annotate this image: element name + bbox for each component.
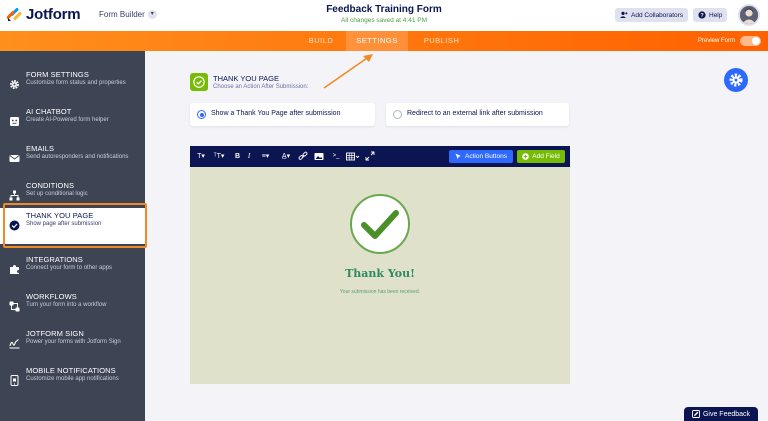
plus-circle-icon xyxy=(522,153,530,160)
align-icon[interactable]: ≡▾ xyxy=(258,151,273,162)
annotation-arrow-icon xyxy=(323,54,373,89)
sidebar-item-workflows[interactable]: WORKFLOWS Turn your form into a workflow xyxy=(0,289,145,325)
sidebar-item-description: Customize mobile app notifications xyxy=(26,376,119,382)
add-user-icon xyxy=(620,11,628,18)
help-button[interactable]: ? Help xyxy=(693,8,728,22)
thank-you-message[interactable]: Your submission has been received. xyxy=(190,289,570,295)
text-type-icon[interactable]: T▾ xyxy=(194,151,208,162)
sidebar-item-description: Create AI-Powered form helper xyxy=(26,117,109,123)
envelope-icon xyxy=(9,155,20,162)
preview-form-label: Preview Form xyxy=(698,38,736,44)
image-icon[interactable] xyxy=(314,151,324,162)
sidebar-item-label: FORM SETTINGS xyxy=(26,70,89,79)
feedback-icon xyxy=(692,410,700,418)
sidebar-item-emails[interactable]: EMAILS Send autoresponders and notificat… xyxy=(0,141,145,177)
sidebar-item-label: EMAILS xyxy=(26,144,55,153)
page-settings-button[interactable] xyxy=(724,68,748,92)
user-avatar-icon xyxy=(740,6,758,24)
form-builder-label: Form Builder xyxy=(99,10,145,19)
sidebar-item-label: JOTFORM SIGN xyxy=(26,329,84,338)
chevron-down-icon: ▾ xyxy=(147,10,157,19)
link-icon[interactable] xyxy=(298,151,308,162)
option-redirect-external-link[interactable]: Redirect to an external link after submi… xyxy=(386,103,569,126)
section-title: THANK YOU PAGE xyxy=(213,74,279,83)
give-feedback-label: Give Feedback xyxy=(702,410,751,418)
signature-icon xyxy=(9,339,20,349)
radio-selected[interactable] xyxy=(197,110,206,119)
sidebar-item-jotform-sign[interactable]: JOTFORM SIGN Power your forms with Jotfo… xyxy=(0,326,145,362)
sidebar-item-integrations[interactable]: INTEGRATIONS Connect your form to other … xyxy=(0,252,145,288)
jotform-logo[interactable]: Jotform xyxy=(7,6,81,23)
tab-publish[interactable]: PUBLISH xyxy=(414,31,469,51)
chatbot-icon xyxy=(10,117,19,126)
check-badge-icon xyxy=(193,76,205,88)
sidebar-item-label: AI CHATBOT xyxy=(26,107,72,116)
sidebar-item-description: Set up conditional logic xyxy=(26,191,88,197)
action-buttons-button[interactable]: Action Buttons xyxy=(449,150,513,163)
font-size-icon[interactable]: ᵀT▾ xyxy=(210,151,228,162)
section-subtitle: Choose an Action After Submission: xyxy=(213,84,309,90)
bold-icon[interactable]: B xyxy=(233,151,242,162)
mobile-icon xyxy=(10,375,19,386)
cursor-icon xyxy=(455,153,462,160)
text-color-icon[interactable]: A̲▾ xyxy=(278,151,294,162)
code-icon[interactable]: >_ xyxy=(330,151,342,162)
sidebar-item-form-settings[interactable]: FORM SETTINGS Customize form status and … xyxy=(0,67,145,103)
logo-text: Jotform xyxy=(26,6,81,23)
thank-you-heading[interactable]: Thank You! xyxy=(190,267,570,280)
avatar[interactable] xyxy=(738,4,760,26)
add-collaborators-label: Add Collaborators xyxy=(631,11,684,19)
radio-unselected[interactable] xyxy=(393,110,402,119)
sidebar-item-description: Turn your form into a workflow xyxy=(26,302,107,308)
add-field-label: Add Field xyxy=(532,153,560,160)
editor-toolbar: T▾ ᵀT▾ B I ≡▾ A̲▾ >_ Action Buttons Add … xyxy=(190,146,570,167)
top-header: Jotform Form Builder ▾ Feedback Training… xyxy=(0,0,768,31)
gear-icon xyxy=(729,73,743,87)
toggle-knob xyxy=(752,37,760,45)
sidebar-item-label: INTEGRATIONS xyxy=(26,255,83,264)
workflow-icon xyxy=(9,301,20,312)
thank-you-editor[interactable]: T▾ ᵀT▾ B I ≡▾ A̲▾ >_ Action Buttons Add … xyxy=(190,146,570,384)
success-check-icon xyxy=(350,194,410,254)
sidebar-item-description: Power your forms with Jotform Sign xyxy=(26,339,121,345)
puzzle-icon xyxy=(10,265,19,274)
builder-nav: BUILD SETTINGS PUBLISH Preview Form xyxy=(0,31,768,51)
action-buttons-label: Action Buttons xyxy=(465,153,507,160)
sidebar-item-label: MOBILE NOTIFICATIONS xyxy=(26,366,116,375)
sidebar-item-mobile-notifications[interactable]: MOBILE NOTIFICATIONS Customize mobile ap… xyxy=(0,363,145,399)
italic-icon[interactable]: I xyxy=(245,151,253,162)
help-label: Help xyxy=(709,11,723,19)
sidebar-item-ai-chatbot[interactable]: AI CHATBOT Create AI-Powered form helper xyxy=(0,104,145,140)
table-icon[interactable] xyxy=(346,151,360,162)
option-label: Redirect to an external link after submi… xyxy=(407,110,543,117)
option-label: Show a Thank You Page after submission xyxy=(211,110,341,117)
sidebar-item-description: Customize form status and properties xyxy=(26,80,126,86)
highlight-annotation-box xyxy=(3,203,147,248)
add-collaborators-button[interactable]: Add Collaborators xyxy=(615,8,689,22)
fullscreen-icon[interactable] xyxy=(365,151,375,162)
form-builder-dropdown[interactable]: Form Builder ▾ xyxy=(99,10,157,19)
preview-form-toggle[interactable] xyxy=(740,36,761,46)
sidebar-item-label: CONDITIONS xyxy=(26,181,75,190)
give-feedback-button[interactable]: Give Feedback xyxy=(684,407,758,421)
jotform-logo-icon xyxy=(7,8,22,21)
thank-you-check-icon xyxy=(190,73,208,91)
tab-build[interactable]: BUILD xyxy=(296,31,346,51)
sidebar-item-description: Connect your form to other apps xyxy=(26,265,113,271)
add-field-button[interactable]: Add Field xyxy=(517,150,565,163)
conditions-icon xyxy=(9,190,20,201)
gear-icon xyxy=(9,79,20,90)
option-show-thank-you-page[interactable]: Show a Thank You Page after submission xyxy=(190,103,375,126)
sidebar-item-label: WORKFLOWS xyxy=(26,292,77,301)
tab-settings[interactable]: SETTINGS xyxy=(346,31,408,51)
sidebar-item-description: Send autoresponders and notifications xyxy=(26,154,129,160)
help-icon: ? xyxy=(698,11,706,19)
